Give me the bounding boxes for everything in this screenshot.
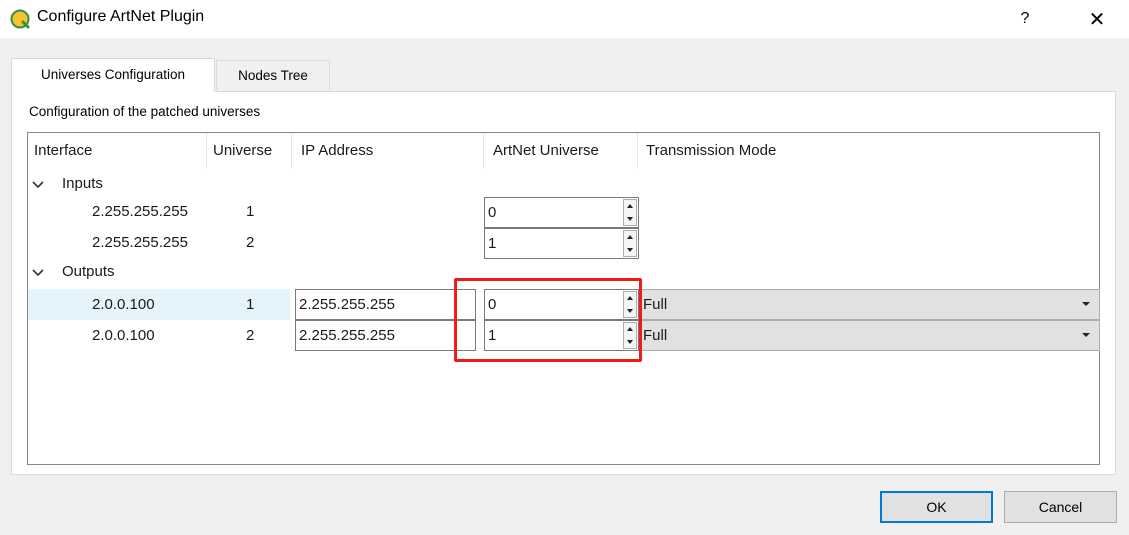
- cancel-button[interactable]: Cancel: [1004, 491, 1117, 523]
- artnet-universe-spinbox[interactable]: 0: [484, 197, 639, 228]
- close-button[interactable]: ✕: [1084, 7, 1110, 33]
- spin-down-icon[interactable]: [624, 244, 636, 256]
- app-icon: [10, 9, 30, 29]
- spin-up-icon[interactable]: [624, 231, 636, 243]
- artnet-universe-spinbox[interactable]: 1: [484, 228, 639, 259]
- output-row-interface[interactable]: 2.0.0.100: [92, 326, 155, 346]
- window-title: Configure ArtNet Plugin: [37, 8, 205, 25]
- ip-address-field[interactable]: 2.255.255.255: [295, 289, 476, 320]
- transmission-mode-select[interactable]: Full: [639, 289, 1100, 320]
- column-header-universe[interactable]: Universe: [213, 133, 272, 169]
- column-header-ip-address[interactable]: IP Address: [301, 133, 373, 169]
- tree-group-outputs[interactable]: Outputs: [62, 262, 115, 282]
- title-bar: Configure ArtNet Plugin ? ✕: [0, 0, 1129, 38]
- column-header-transmission-mode[interactable]: Transmission Mode: [646, 133, 776, 169]
- output-row-universe: 1: [246, 296, 255, 313]
- spinbox-buttons[interactable]: [623, 199, 637, 226]
- input-row-universe: 2: [246, 234, 255, 251]
- annotation-highlight-box: [454, 278, 642, 362]
- column-divider[interactable]: [206, 133, 207, 169]
- column-divider[interactable]: [637, 133, 638, 169]
- dropdown-arrow-icon[interactable]: [1081, 300, 1091, 308]
- output-row-universe: 2: [246, 327, 255, 344]
- ok-button[interactable]: OK: [880, 491, 993, 523]
- tab-nodes-tree[interactable]: Nodes Tree: [216, 60, 330, 90]
- group-caption: Configuration of the patched universes: [29, 104, 261, 119]
- transmission-mode-select[interactable]: Full: [639, 320, 1100, 351]
- input-row-universe: 1: [246, 203, 255, 220]
- spin-down-icon[interactable]: [624, 213, 636, 225]
- select-value: Full: [643, 327, 668, 344]
- column-divider[interactable]: [291, 133, 292, 169]
- output-row-interface[interactable]: 2.0.0.100: [92, 295, 155, 315]
- column-divider[interactable]: [483, 133, 484, 169]
- chevron-down-icon[interactable]: [31, 266, 45, 280]
- spinbox-buttons[interactable]: [623, 230, 637, 257]
- spinbox-value: 1: [488, 235, 497, 252]
- ip-address-field[interactable]: 2.255.255.255: [295, 320, 476, 351]
- spin-up-icon[interactable]: [624, 200, 636, 212]
- column-header-artnet-universe[interactable]: ArtNet Universe: [493, 133, 599, 169]
- tree-group-inputs[interactable]: Inputs: [62, 174, 103, 194]
- input-row-interface[interactable]: 2.255.255.255: [92, 202, 188, 222]
- dropdown-arrow-icon[interactable]: [1081, 331, 1091, 339]
- help-button[interactable]: ?: [1012, 6, 1038, 32]
- select-value: Full: [643, 296, 668, 313]
- spinbox-value: 0: [488, 204, 497, 221]
- chevron-down-icon[interactable]: [31, 178, 45, 192]
- input-row-interface[interactable]: 2.255.255.255: [92, 233, 188, 253]
- column-header-interface[interactable]: Interface: [34, 133, 92, 169]
- tab-universes-configuration[interactable]: Universes Configuration: [11, 58, 215, 92]
